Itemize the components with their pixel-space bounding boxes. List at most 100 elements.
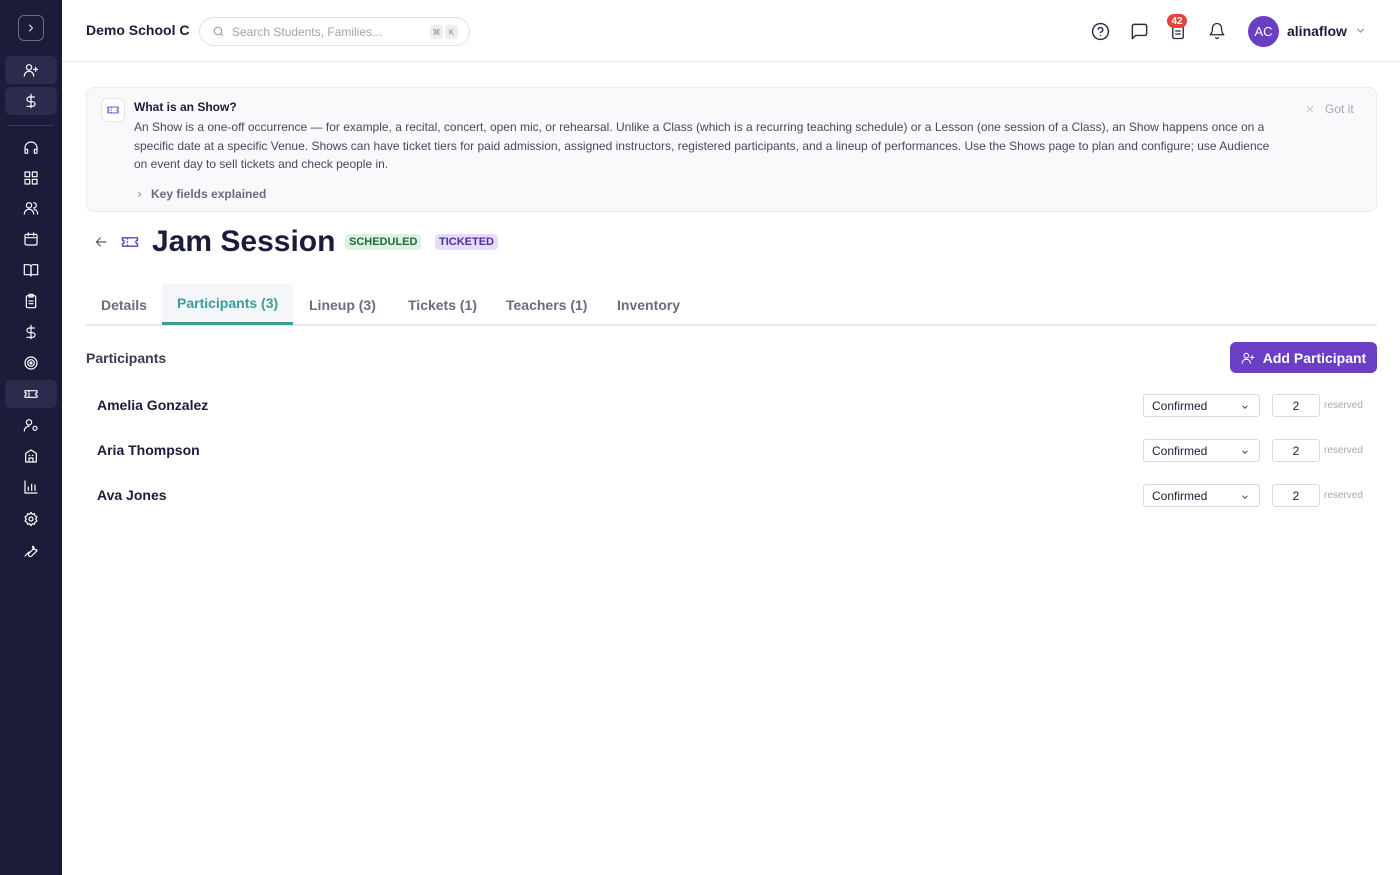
tab-lineup[interactable]: Lineup (3) xyxy=(294,284,391,326)
help-button[interactable] xyxy=(1090,21,1110,41)
ticket-icon xyxy=(121,237,139,247)
participant-quantity-input[interactable] xyxy=(1272,484,1320,507)
sidebar xyxy=(0,0,62,875)
sidebar-item-shows[interactable] xyxy=(5,380,57,408)
participant-status-value: Confirmed xyxy=(1152,398,1208,413)
participant-row: Ava Jones Confirmed reserved xyxy=(86,476,1377,516)
tab-inventory[interactable]: Inventory xyxy=(602,284,695,326)
sidebar-item-building[interactable] xyxy=(5,442,57,470)
sidebar-expand-button[interactable] xyxy=(18,15,44,41)
message-square-icon xyxy=(1131,23,1147,39)
search-box[interactable]: ⌘ K xyxy=(199,17,470,46)
bar-chart-icon xyxy=(24,480,38,494)
participant-status-select[interactable]: Confirmed xyxy=(1143,394,1260,417)
bell-icon xyxy=(1209,22,1225,40)
sidebar-divider xyxy=(8,125,54,126)
clipboard-icon xyxy=(25,293,37,309)
grid-icon xyxy=(24,171,38,185)
target-icon xyxy=(24,356,38,370)
close-icon xyxy=(1306,105,1314,113)
dismiss-info-button[interactable]: Got it xyxy=(1305,102,1354,116)
reserved-label: reserved xyxy=(1324,490,1363,501)
show-ticket-icon xyxy=(120,232,140,257)
sidebar-item-support[interactable] xyxy=(5,134,57,162)
participant-row: Aria Thompson Confirmed reserved xyxy=(86,431,1377,471)
sidebar-item-add-user[interactable] xyxy=(5,56,57,84)
back-button[interactable] xyxy=(93,234,109,255)
messages-button[interactable] xyxy=(1129,21,1149,41)
search-icon xyxy=(213,26,224,37)
status-badge: SCHEDULED xyxy=(345,234,422,250)
sidebar-item-goals[interactable] xyxy=(5,349,57,377)
tab-tickets[interactable]: Tickets (1) xyxy=(393,284,492,326)
username[interactable]: alinaflow xyxy=(1287,23,1347,39)
chevron-down-icon xyxy=(1356,28,1365,33)
participant-quantity-input[interactable] xyxy=(1272,439,1320,462)
user-menu-toggle[interactable] xyxy=(1354,24,1367,42)
gear-icon xyxy=(24,511,38,527)
wrench-icon xyxy=(24,545,38,558)
sidebar-item-user-settings[interactable] xyxy=(5,411,57,439)
chevron-down-icon xyxy=(1242,405,1248,409)
sidebar-item-people[interactable] xyxy=(5,194,57,222)
participant-quantity-input[interactable] xyxy=(1272,394,1320,417)
sidebar-item-reports[interactable] xyxy=(5,473,57,501)
key-fields-toggle[interactable]: Key fields explained xyxy=(135,187,266,201)
help-circle-icon xyxy=(1091,22,1109,40)
sidebar-item-tools[interactable] xyxy=(5,536,57,564)
tab-bar: Details Participants (3) Lineup (3) Tick… xyxy=(86,284,1377,326)
add-participant-button[interactable]: Add Participant xyxy=(1230,342,1377,373)
shortcut-k-key: K xyxy=(445,25,458,39)
dollar-icon xyxy=(26,93,36,109)
reserved-label: reserved xyxy=(1324,400,1363,411)
top-header: Demo School C ⌘ K 42 AC alinaflow xyxy=(62,0,1400,62)
participant-name: Ava Jones xyxy=(97,487,167,503)
sidebar-item-billing[interactable] xyxy=(5,87,57,115)
calendar-icon xyxy=(24,232,38,246)
participant-name: Aria Thompson xyxy=(97,442,200,458)
key-fields-label: Key fields explained xyxy=(151,187,267,201)
participant-name: Amelia Gonzalez xyxy=(97,397,209,413)
chevron-right-icon xyxy=(138,191,142,197)
user-cog-icon xyxy=(23,419,38,432)
page-title: Jam Session xyxy=(152,225,336,258)
sidebar-item-tasks[interactable] xyxy=(5,287,57,315)
tab-participants[interactable]: Participants (3) xyxy=(162,284,294,325)
ticket-icon xyxy=(107,106,119,114)
chevron-down-icon xyxy=(1242,450,1248,454)
arrow-left-icon xyxy=(95,237,107,247)
user-plus-icon xyxy=(1241,352,1255,364)
sidebar-item-calendar[interactable] xyxy=(5,225,57,253)
chevron-down-icon xyxy=(1242,495,1248,499)
ticketed-badge: TICKETED xyxy=(435,234,498,250)
headset-icon xyxy=(24,141,38,154)
participants-heading: Participants xyxy=(86,350,167,366)
tab-teachers[interactable]: Teachers (1) xyxy=(491,284,602,326)
book-open-icon xyxy=(23,264,39,277)
sidebar-item-dashboard[interactable] xyxy=(5,164,57,192)
user-avatar[interactable]: AC xyxy=(1248,16,1279,47)
info-panel: What is an Show? An Show is a one-off oc… xyxy=(86,87,1377,212)
info-body: An Show is a one-off occurrence — for ex… xyxy=(134,120,1270,171)
dismiss-label: Got it xyxy=(1325,102,1354,116)
notifications-button[interactable] xyxy=(1207,21,1227,41)
add-participant-label: Add Participant xyxy=(1262,349,1367,366)
info-title: What is an Show? xyxy=(134,100,237,114)
sidebar-item-payments[interactable] xyxy=(5,318,57,346)
school-name[interactable]: Demo School C xyxy=(86,22,189,38)
dollar-icon xyxy=(26,324,36,340)
ticket-icon xyxy=(24,390,38,398)
sidebar-item-settings[interactable] xyxy=(5,505,57,533)
search-input[interactable] xyxy=(232,23,422,41)
info-ticket-icon xyxy=(101,98,125,122)
tasks-count-badge: 42 xyxy=(1167,14,1187,28)
building-icon xyxy=(25,449,37,463)
participant-status-value: Confirmed xyxy=(1152,443,1208,458)
reserved-label: reserved xyxy=(1324,445,1363,456)
sidebar-item-classes[interactable] xyxy=(5,256,57,284)
participant-status-value: Confirmed xyxy=(1152,488,1208,503)
tab-details[interactable]: Details xyxy=(86,284,162,326)
participant-status-select[interactable]: Confirmed xyxy=(1143,484,1260,507)
participant-status-select[interactable]: Confirmed xyxy=(1143,439,1260,462)
users-icon xyxy=(23,202,39,215)
